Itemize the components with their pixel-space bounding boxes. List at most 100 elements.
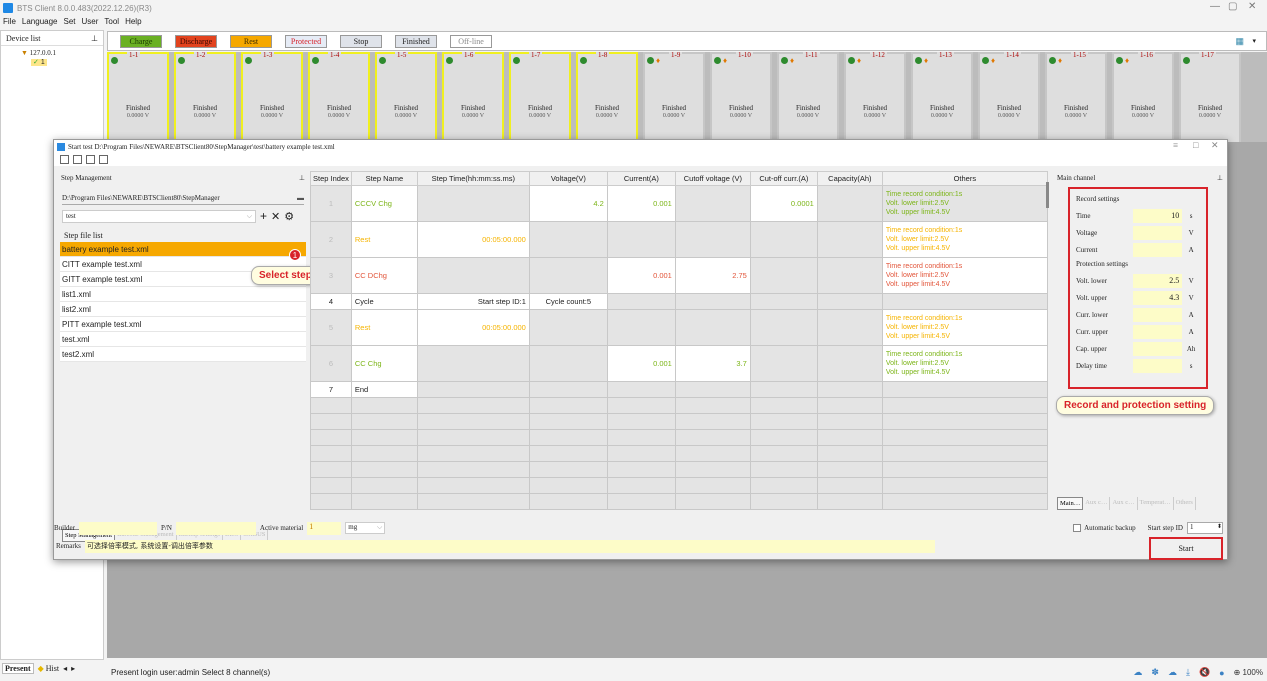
empty-row[interactable]: [310, 461, 1048, 478]
empty-row[interactable]: [310, 445, 1048, 462]
empty-cell[interactable]: [674, 461, 751, 478]
menu-file[interactable]: File: [3, 17, 16, 30]
folder-select[interactable]: test ⌵: [62, 209, 256, 223]
cell-idx[interactable]: 3: [310, 257, 352, 294]
open-folder-icon[interactable]: [73, 155, 82, 164]
dialog-maximize-button[interactable]: □: [1193, 140, 1198, 150]
pn-input[interactable]: [175, 521, 256, 535]
empty-cell[interactable]: [416, 397, 530, 414]
cell-cutoff-v[interactable]: [674, 293, 751, 310]
empty-cell[interactable]: [749, 477, 818, 494]
empty-cell[interactable]: [606, 429, 676, 446]
empty-cell[interactable]: [528, 493, 608, 510]
setting-input[interactable]: [1133, 225, 1183, 240]
menu-set[interactable]: Set: [63, 17, 75, 30]
column-header[interactable]: Cutoff voltage (V): [674, 171, 751, 186]
empty-cell[interactable]: [310, 477, 352, 494]
empty-cell[interactable]: [416, 429, 530, 446]
save-as-icon[interactable]: [99, 155, 108, 164]
empty-cell[interactable]: [674, 397, 751, 414]
channel-card[interactable]: 1-8 Finished 0.0000 V: [576, 52, 638, 142]
cell-current[interactable]: [606, 309, 676, 346]
step-file-item[interactable]: list1.xml: [60, 287, 306, 302]
empty-cell[interactable]: [310, 413, 352, 430]
cell-capacity[interactable]: [816, 185, 883, 222]
column-header[interactable]: Cut-off curr.(A): [749, 171, 818, 186]
setting-input[interactable]: [1133, 341, 1183, 356]
cell-cutoff-i[interactable]: [749, 345, 818, 382]
channel-card[interactable]: ♦ 1-14 Finished 0.0000 V: [978, 52, 1040, 142]
scroll-right-icon[interactable]: ▸: [71, 664, 75, 673]
empty-cell[interactable]: [350, 461, 418, 478]
dialog-close-button[interactable]: ✕: [1211, 140, 1219, 151]
active-material-input[interactable]: 1: [307, 521, 342, 535]
empty-cell[interactable]: [674, 445, 751, 462]
cell-voltage[interactable]: [528, 345, 608, 382]
empty-cell[interactable]: [350, 397, 418, 414]
table-row[interactable]: 2 Rest 00:05:00.000 Time record condition:1…: [310, 221, 1048, 258]
table-row[interactable]: 3 CC DChg 0.001 2.75 Time record condition:1…: [310, 257, 1048, 294]
cell-name[interactable]: Rest: [350, 221, 418, 258]
step-file-item[interactable]: test2.xml: [60, 347, 306, 362]
setting-input[interactable]: [1133, 324, 1183, 339]
setting-input[interactable]: [1133, 242, 1183, 257]
new-file-icon[interactable]: [60, 155, 69, 164]
table-row[interactable]: 6 CC Chg 0.001 3.7 Time record condition:1s V…: [310, 345, 1048, 382]
empty-cell[interactable]: [674, 477, 751, 494]
chat-icon[interactable]: ●: [1219, 668, 1224, 678]
cell-current[interactable]: [606, 381, 676, 398]
empty-cell[interactable]: [528, 429, 608, 446]
cell-name[interactable]: CC Chg: [350, 345, 418, 382]
folder-icon[interactable]: ▬: [297, 194, 304, 202]
cell-idx[interactable]: 6: [310, 345, 352, 382]
start-button[interactable]: Start: [1149, 537, 1223, 560]
table-row[interactable]: 7 End: [310, 381, 1048, 398]
cell-cutoff-i[interactable]: [749, 293, 818, 310]
empty-cell[interactable]: [350, 413, 418, 430]
step-file-item[interactable]: test.xml: [60, 332, 306, 347]
cell-idx[interactable]: 4: [310, 293, 352, 310]
setting-input[interactable]: 2.5: [1133, 273, 1183, 288]
empty-cell[interactable]: [816, 429, 883, 446]
empty-cell[interactable]: [749, 493, 818, 510]
step-file-item[interactable]: battery example test.xml: [60, 242, 306, 257]
empty-cell[interactable]: [749, 413, 818, 430]
empty-cell[interactable]: [310, 461, 352, 478]
tab-hist[interactable]: ◆ Hist: [38, 664, 60, 673]
empty-cell[interactable]: [816, 413, 883, 430]
empty-row[interactable]: [310, 477, 1048, 494]
cell-cutoff-v[interactable]: 3.7: [674, 345, 751, 382]
column-header[interactable]: Step Time(hh:mm:ss.ms): [416, 171, 530, 186]
channel-card[interactable]: 1-1 Finished 0.0000 V: [107, 52, 169, 142]
cell-cutoff-v[interactable]: [674, 309, 751, 346]
cell-capacity[interactable]: [816, 345, 883, 382]
empty-cell[interactable]: [528, 397, 608, 414]
menu-user[interactable]: User: [82, 17, 99, 30]
channel-tab[interactable]: Aux c…: [1083, 497, 1111, 510]
pin-icon[interactable]: ⊥: [91, 34, 98, 43]
empty-cell[interactable]: [816, 445, 883, 462]
spinner-icon[interactable]: ⬍: [1217, 523, 1222, 533]
add-icon[interactable]: +: [260, 209, 267, 223]
empty-cell[interactable]: [674, 413, 751, 430]
channel-card[interactable]: 1-3 Finished 0.0000 V: [241, 52, 303, 142]
table-row[interactable]: 4 Cycle Start step ID:1 Cycle count:5: [310, 293, 1048, 310]
empty-cell[interactable]: [881, 461, 1048, 478]
minimize-button[interactable]: —: [1210, 1, 1220, 12]
channel-card[interactable]: ♦ 1-9 Finished 0.0000 V: [643, 52, 705, 142]
empty-cell[interactable]: [606, 413, 676, 430]
empty-cell[interactable]: [416, 493, 530, 510]
channel-tab[interactable]: Temperat…: [1138, 497, 1174, 510]
setting-input[interactable]: [1133, 358, 1183, 373]
empty-cell[interactable]: [310, 445, 352, 462]
channel-card[interactable]: 1-5 Finished 0.0000 V: [375, 52, 437, 142]
setting-input[interactable]: 10: [1133, 208, 1183, 223]
cell-current[interactable]: 0.001: [606, 185, 676, 222]
menu-tool[interactable]: Tool: [104, 17, 119, 30]
cell-name[interactable]: Rest: [350, 309, 418, 346]
empty-cell[interactable]: [606, 397, 676, 414]
channel-card[interactable]: 1-17 Finished 0.0000 V: [1179, 52, 1241, 142]
empty-row[interactable]: [310, 397, 1048, 414]
empty-cell[interactable]: [310, 429, 352, 446]
zoom-level[interactable]: ⊕ 100%: [1234, 668, 1263, 677]
